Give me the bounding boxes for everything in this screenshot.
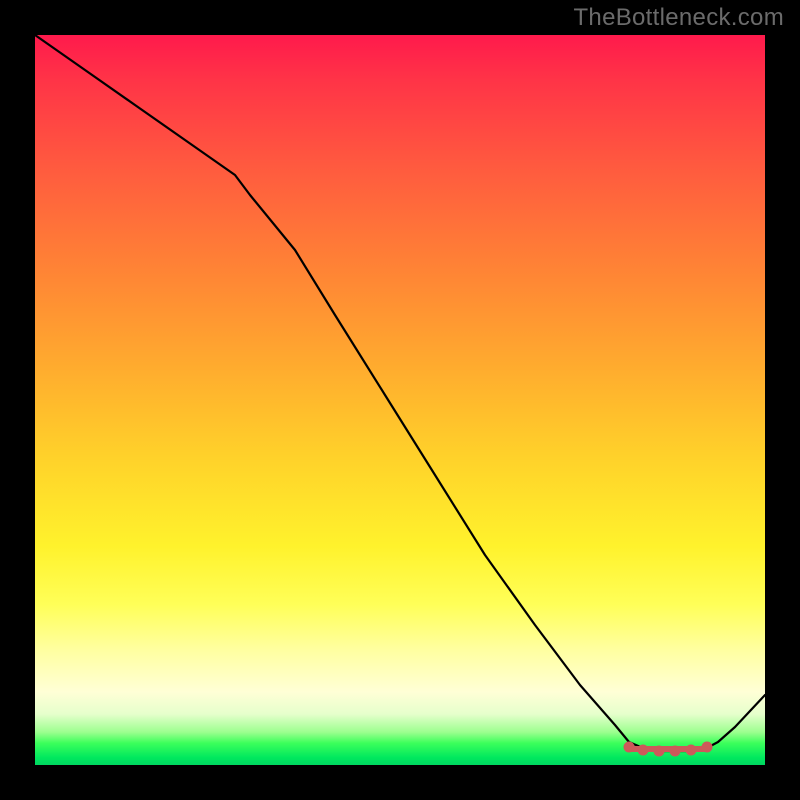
marker-dot xyxy=(654,746,664,756)
marker-dot xyxy=(670,746,680,756)
plot-area xyxy=(35,35,765,765)
bottleneck-curve xyxy=(35,35,765,751)
marker-dot xyxy=(686,745,696,755)
marker-dot xyxy=(624,742,634,752)
plateau-markers xyxy=(624,742,712,756)
chart-frame: TheBottleneck.com xyxy=(0,0,800,800)
marker-dot xyxy=(638,745,648,755)
watermark-text: TheBottleneck.com xyxy=(573,4,784,32)
marker-dot xyxy=(702,742,712,752)
chart-svg xyxy=(35,35,765,765)
